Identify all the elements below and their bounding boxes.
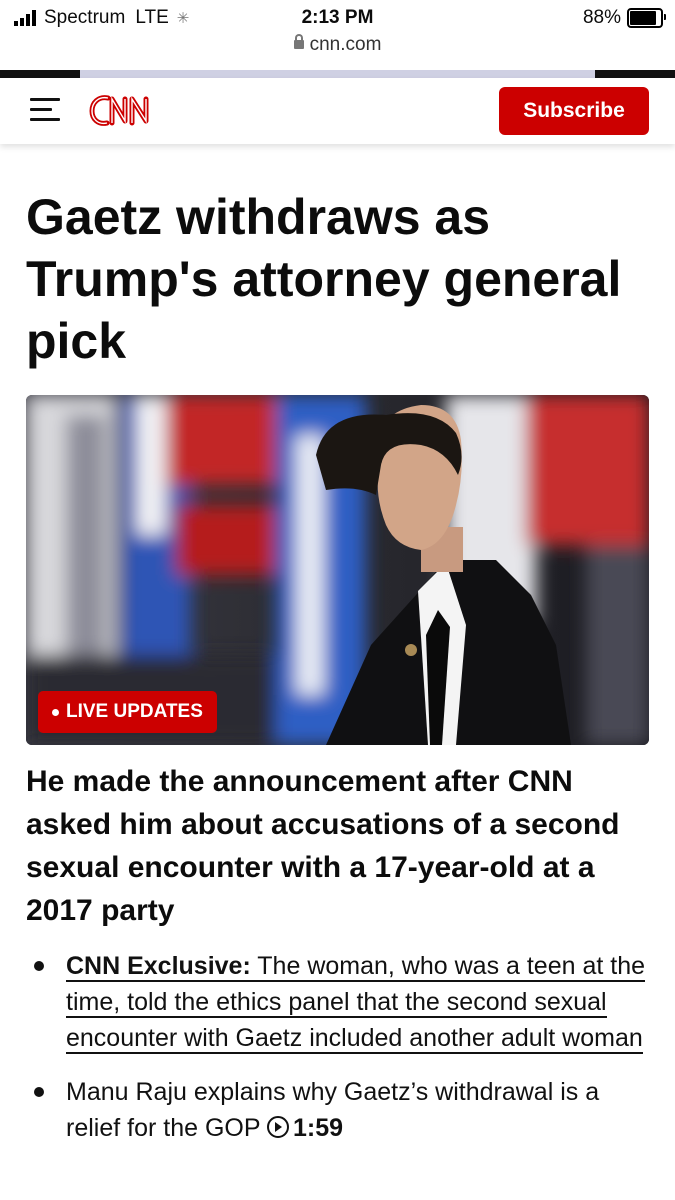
- status-right: 88%: [582, 7, 666, 29]
- site-header: Subscribe: [0, 78, 675, 144]
- live-dot-icon: [52, 708, 59, 716]
- live-updates-badge[interactable]: LIVE UPDATES: [38, 691, 217, 733]
- lock-icon: [293, 34, 304, 49]
- article-headline[interactable]: Gaetz withdraws as Trump's attorney gene…: [26, 186, 646, 372]
- hamburger-menu-icon[interactable]: [30, 98, 60, 122]
- url-text: cnn.com: [309, 34, 382, 55]
- status-bar: Spectrum LTE ✳ 2:13 PM cnn.com 88%: [0, 0, 675, 70]
- video-duration[interactable]: 1:59: [267, 1114, 343, 1142]
- address-bar[interactable]: cnn.com: [0, 34, 675, 56]
- article-summary[interactable]: He made the announcement after CNN asked…: [26, 760, 646, 932]
- list-item: CNN Exclusive: The woman, who was a teen…: [26, 948, 656, 1056]
- battery-icon: [627, 8, 666, 28]
- status-time: 2:13 PM: [301, 7, 374, 28]
- battery-percent: 88%: [582, 7, 621, 28]
- subscribe-button[interactable]: Subscribe: [499, 87, 649, 135]
- ad-banner-strip[interactable]: [0, 70, 675, 78]
- cnn-logo[interactable]: [88, 90, 168, 130]
- video-duration-label: 1:59: [293, 1114, 344, 1142]
- play-icon: [267, 1116, 290, 1138]
- live-updates-label: LIVE UPDATES: [66, 701, 203, 722]
- cnn-exclusive-link[interactable]: CNN Exclusive: The woman, who was a teen…: [66, 952, 646, 1054]
- exclusive-label: CNN Exclusive:: [66, 952, 251, 980]
- related-links-list: CNN Exclusive: The woman, who was a teen…: [26, 948, 656, 1164]
- battery-fill: [630, 11, 657, 25]
- cnn-logo-icon: [89, 95, 149, 126]
- ad-banner-content[interactable]: [80, 70, 595, 78]
- list-item[interactable]: Manu Raju explains why Gaetz’s withdrawa…: [26, 1074, 656, 1146]
